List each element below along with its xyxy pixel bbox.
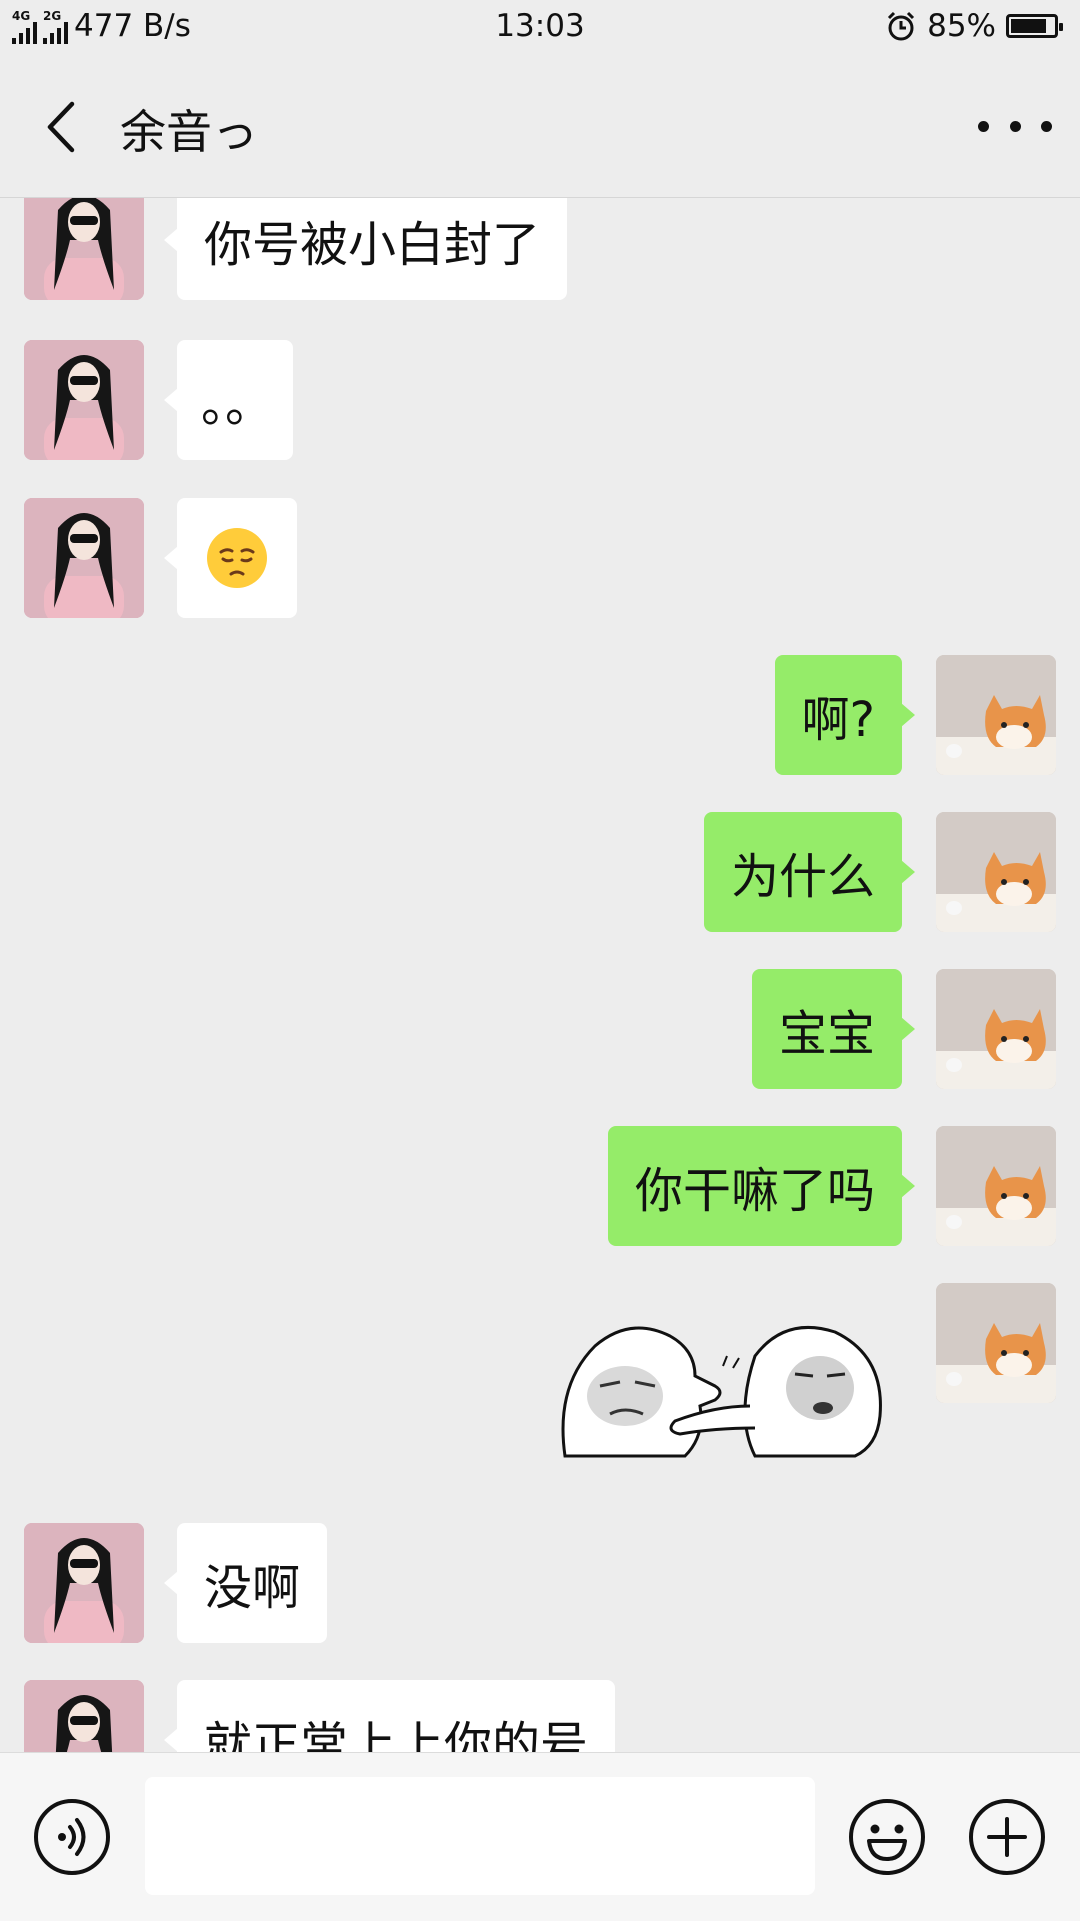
battery-percent: 85% — [927, 8, 996, 44]
message-row — [0, 1283, 1080, 1403]
battery-icon — [1006, 14, 1063, 38]
my-avatar[interactable] — [936, 1283, 1056, 1403]
outgoing-message-bubble[interactable]: 你干嘛了吗 — [607, 1126, 916, 1246]
message-row: 就正常上上你的号 — [0, 1680, 1080, 1752]
message-text: 没啊 — [204, 1560, 301, 1616]
message-text: 为什么 — [730, 849, 875, 905]
status-bar: 4G 2G 477 B/s 13:03 85% — [0, 0, 1080, 56]
smiley-icon — [849, 1799, 925, 1875]
contact-avatar[interactable] — [24, 498, 144, 618]
voice-icon — [34, 1799, 110, 1875]
more-options-button[interactable] — [978, 96, 1052, 156]
incoming-message-bubble[interactable]: 你号被小白封了 — [163, 198, 568, 300]
slap-meme-sticker-icon — [561, 1325, 882, 1458]
message-row: 宝宝 — [0, 969, 1080, 1089]
message-text: 你干嘛了吗 — [634, 1163, 875, 1219]
contact-avatar[interactable] — [24, 340, 144, 460]
incoming-message-bubble[interactable]: 就正常上上你的号 — [163, 1680, 616, 1752]
back-button[interactable] — [30, 92, 100, 162]
dot-icon — [978, 120, 989, 132]
message-text: 。。 — [201, 377, 274, 433]
contact-avatar[interactable] — [24, 1523, 144, 1643]
message-input[interactable] — [145, 1777, 815, 1895]
message-text: 啊? — [801, 692, 875, 748]
chat-header: 余音っ — [0, 56, 1080, 198]
my-avatar[interactable] — [936, 655, 1056, 775]
plus-icon — [969, 1799, 1045, 1875]
message-text: 你号被小白封了 — [204, 217, 541, 273]
incoming-message-bubble[interactable] — [164, 498, 297, 618]
message-row: 你干嘛了吗 — [0, 1126, 1080, 1246]
chevron-left-icon — [47, 101, 75, 153]
message-text: 宝宝 — [778, 1006, 875, 1062]
outgoing-message-bubble[interactable]: 为什么 — [703, 812, 916, 932]
message-row: 。。 — [0, 340, 1080, 460]
dot-icon — [1009, 120, 1021, 132]
message-text: 就正常上上你的号 — [204, 1717, 589, 1752]
message-row: 啊? — [0, 655, 1080, 775]
outgoing-message-bubble[interactable]: 宝宝 — [751, 969, 916, 1089]
status-right: 85% — [885, 8, 1063, 44]
emoji-button[interactable] — [847, 1797, 927, 1877]
message-row: 你号被小白封了 — [0, 198, 1080, 300]
alarm-icon — [888, 11, 915, 41]
message-row: 为什么 — [0, 812, 1080, 932]
outgoing-message-bubble[interactable]: 啊? — [774, 655, 916, 775]
incoming-message-bubble[interactable]: 没啊 — [163, 1523, 328, 1643]
input-bar — [0, 1752, 1080, 1921]
pensive-emoji-icon — [207, 528, 267, 588]
contact-avatar[interactable] — [24, 198, 144, 300]
sticker-message[interactable] — [555, 1316, 895, 1466]
message-list[interactable]: 你号被小白封了 。。 啊? 为什么 宝宝 你干嘛了吗 没啊 就正常上上你的号 — [0, 198, 1080, 1752]
message-row — [0, 498, 1080, 618]
contact-avatar[interactable] — [24, 1680, 144, 1752]
incoming-message-bubble[interactable]: 。。 — [163, 340, 294, 460]
my-avatar[interactable] — [936, 1126, 1056, 1246]
dot-icon — [1041, 120, 1052, 132]
message-row: 没啊 — [0, 1523, 1080, 1643]
voice-button[interactable] — [32, 1797, 112, 1877]
my-avatar[interactable] — [936, 812, 1056, 932]
more-functions-button[interactable] — [967, 1797, 1047, 1877]
chat-title: 余音っ — [120, 105, 258, 159]
my-avatar[interactable] — [936, 969, 1056, 1089]
